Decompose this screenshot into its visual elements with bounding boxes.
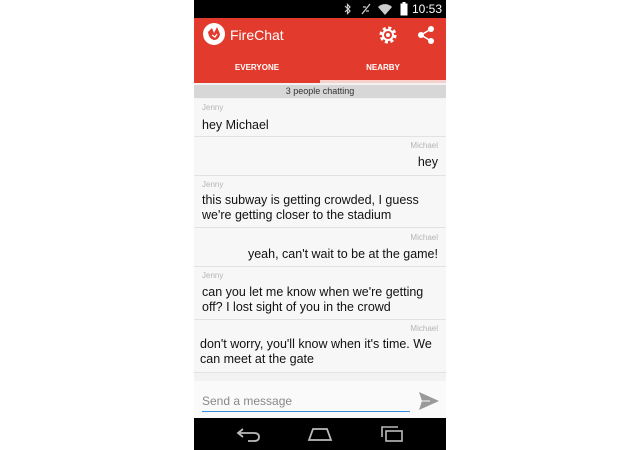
wifi-icon [378,4,392,15]
settings-icon[interactable] [377,24,399,46]
message-text: hey [417,155,438,169]
message-text: hey Michael [202,118,269,132]
message-composer [194,381,446,418]
message-text: this subway is getting crowded, I guess … [202,193,419,222]
recent-apps-icon[interactable] [379,426,405,442]
message-item: Michael yeah, can't wait to be at the ga… [194,228,446,267]
message-sender: Jenny [202,180,224,189]
message-sender: Michael [410,233,438,242]
message-item: Jenny can you let me know when we're get… [194,267,446,320]
send-icon[interactable] [418,391,440,411]
message-sender: Michael [410,141,438,150]
home-icon[interactable] [307,426,333,442]
app-title: FireChat [230,27,284,43]
bluetooth-icon [344,3,351,15]
battery-icon [400,2,408,16]
message-text: don't worry, you'll know when it's time.… [200,337,432,366]
people-chatting-banner: 3 people chatting [194,85,446,98]
message-sender: Jenny [202,271,224,280]
back-icon[interactable] [236,426,262,442]
message-sender: Jenny [202,103,224,112]
tab-nearby[interactable]: NEARBY [320,53,446,83]
message-input[interactable] [202,391,410,412]
message-text: yeah, can't wait to be at the game! [247,247,438,261]
app-bar: FireChat [194,18,446,53]
message-item: Michael don't worry, you'll know when it… [194,320,446,373]
message-item: Michael hey [194,137,446,176]
message-item: Jenny hey Michael [194,99,446,137]
phone-screen: 10:53 FireChat EVERYONE NEARBY 3 people … [194,0,446,450]
do-not-disturb-icon [361,3,371,15]
status-bar: 10:53 [194,0,446,18]
navigation-bar [194,418,446,450]
message-sender: Michael [410,324,438,333]
tab-selected-indicator [320,80,446,83]
message-text: can you let me know when we're getting o… [202,285,424,314]
status-time: 10:53 [411,2,442,16]
message-item: Jenny this subway is getting crowded, I … [194,176,446,228]
firechat-logo-icon [203,23,225,45]
share-icon[interactable] [415,24,437,46]
tab-everyone[interactable]: EVERYONE [194,53,320,83]
tab-bar: EVERYONE NEARBY [194,53,446,83]
